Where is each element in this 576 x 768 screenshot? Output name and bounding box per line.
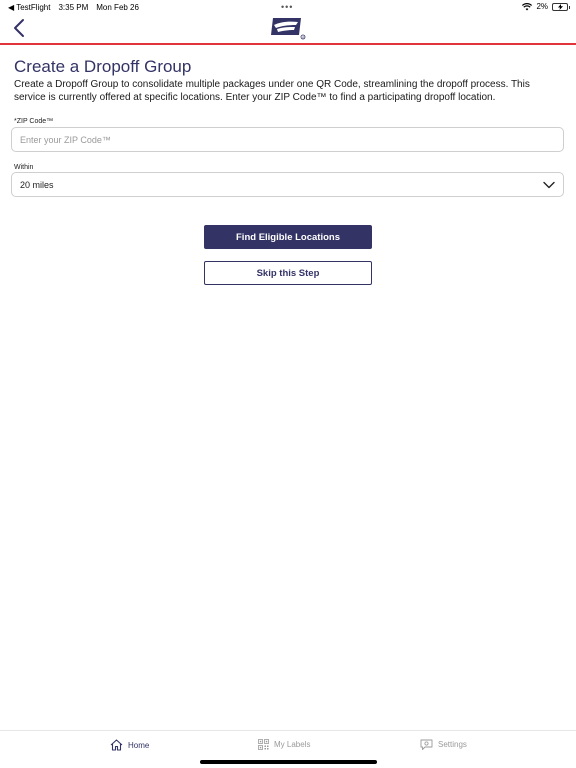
find-eligible-locations-button[interactable]: Find Eligible Locations (204, 225, 372, 249)
status-time: 3:35 PM (58, 3, 89, 12)
charging-bolt-icon (557, 3, 563, 10)
nav-header: R (0, 14, 576, 45)
tab-my-labels-label: My Labels (274, 740, 311, 749)
tab-home[interactable]: Home (110, 739, 149, 751)
page-description: Create a Dropoff Group to consolidate mu… (14, 79, 530, 103)
within-distance-select[interactable]: 20 miles (11, 172, 564, 197)
multitasking-dots[interactable]: ••• (281, 2, 293, 12)
page-title: Create a Dropoff Group (14, 57, 192, 76)
tab-settings[interactable]: Settings (420, 739, 467, 750)
status-right: 2% (522, 2, 570, 11)
back-button[interactable] (10, 16, 30, 40)
home-icon (110, 739, 123, 751)
tab-home-label: Home (128, 740, 150, 750)
settings-chat-icon (420, 739, 433, 750)
within-selected-value: 20 miles (20, 179, 54, 190)
qr-code-icon (258, 739, 269, 750)
tab-settings-label: Settings (438, 740, 467, 749)
chevron-down-icon (543, 181, 555, 188)
zip-code-label: *ZIP Code™ (14, 118, 54, 125)
back-to-app-link[interactable]: ◀ TestFlight (8, 3, 50, 12)
skip-step-button[interactable]: Skip this Step (204, 261, 372, 285)
status-bar: ◀ TestFlight 3:35 PM Mon Feb 26 ••• 2% (0, 0, 576, 14)
within-label: Within (14, 164, 34, 171)
wifi-icon (522, 2, 533, 10)
status-left: ◀ TestFlight 3:35 PM Mon Feb 26 (8, 3, 139, 12)
battery-icon (552, 2, 570, 11)
usps-eagle-logo-icon: R (271, 18, 306, 40)
zip-code-input[interactable] (11, 127, 564, 152)
status-date: Mon Feb 26 (96, 3, 139, 12)
usps-logo: R (270, 16, 306, 40)
tab-my-labels[interactable]: My Labels (258, 739, 310, 750)
chevron-left-icon (14, 19, 24, 37)
home-indicator[interactable] (200, 760, 377, 764)
battery-percent: 2% (536, 2, 548, 11)
